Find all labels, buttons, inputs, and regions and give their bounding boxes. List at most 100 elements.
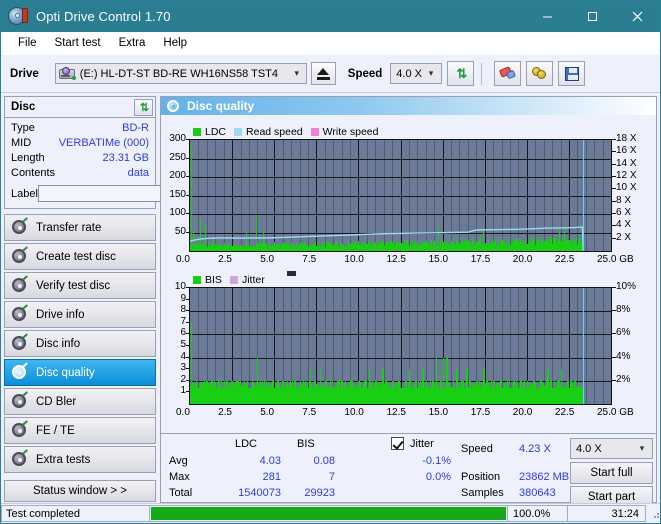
save-button[interactable]	[558, 61, 586, 86]
disc-row-value: 23.31 GB	[102, 152, 149, 164]
disc-row-type: Type BD-R	[11, 121, 149, 136]
maximize-icon[interactable]	[570, 1, 615, 32]
content-header: Disc quality	[161, 97, 656, 115]
drive-select-value: (E:) HL-DT-ST BD-RE WH16NS58 TST4	[79, 67, 279, 80]
y-tick-mark	[186, 310, 189, 312]
y-tick-mark	[186, 321, 189, 323]
y-tick-right: 8 X	[616, 194, 632, 206]
sidebar-item-verify-test-disc[interactable]: Verify test disc	[4, 272, 156, 299]
progress-bar	[149, 505, 508, 522]
content-panel: Disc quality LDC Read speed Write speed 300…	[160, 96, 657, 508]
disc-label-row: Label	[11, 184, 241, 203]
sidebar-item-fe-te[interactable]: FE / TE	[4, 417, 156, 444]
sidebar-item-label: CD Bler	[36, 395, 77, 408]
stats-avg-bis: 0.08	[313, 455, 335, 467]
x-tick-label: 22.5	[554, 407, 575, 418]
x-tick-label: 10.0	[344, 407, 364, 418]
sidebar-item-extra-tests[interactable]: Extra tests	[4, 446, 156, 473]
stats-total-ldc: 1540073	[238, 487, 281, 499]
sidebar-item-drive-info[interactable]: Drive info	[4, 301, 156, 328]
stats-row-total-label: Total	[169, 487, 193, 499]
disc-panel-title: Disc	[11, 101, 36, 113]
x-tick-label: 25.0 GB	[597, 254, 634, 265]
sidebar-item-transfer-rate[interactable]: Transfer rate	[4, 214, 156, 241]
stats-total-bis: 29923	[304, 487, 335, 499]
menu-item-start-test[interactable]: Start test	[46, 35, 110, 51]
disc-row-length: Length 23.31 GB	[11, 151, 149, 166]
x-tick-label: 2.5	[218, 407, 232, 418]
y-tick-mark	[612, 225, 616, 227]
disc-test-icon	[12, 391, 28, 409]
coins-icon	[531, 67, 548, 80]
jitter-marker	[287, 271, 296, 276]
status-window-button[interactable]: Status window > >	[4, 480, 156, 502]
resize-grip-icon[interactable]	[648, 508, 660, 520]
eject-button[interactable]	[310, 62, 336, 85]
jitter-checkbox[interactable]	[391, 437, 404, 450]
start-part-label: Start part	[587, 491, 636, 503]
y-tick-right: 16 X	[616, 145, 637, 157]
y-tick-mark	[186, 379, 189, 381]
menu-item-file[interactable]: File	[9, 35, 46, 51]
x-tick-label: 17.5	[470, 407, 491, 418]
y-tick-right: 2%	[616, 373, 631, 385]
speed-select[interactable]: 4.0 X ▾	[390, 63, 443, 84]
y-tick-mark	[186, 139, 189, 140]
app-window: Opti Drive Control 1.70 File Start test …	[0, 0, 661, 524]
close-icon[interactable]	[615, 1, 660, 32]
legend-label: Jitter	[241, 274, 265, 286]
start-full-button[interactable]: Start full	[570, 462, 653, 484]
disc-panel-header: Disc ⇅	[5, 97, 155, 118]
disc-test-icon	[12, 333, 28, 351]
chart-legend: BIS Jitter	[193, 274, 269, 286]
disc-row-mid: MID VERBATIMe (000)	[11, 136, 149, 151]
disc-test-icon	[12, 449, 28, 467]
sidebar-item-cd-bler[interactable]: CD Bler	[4, 388, 156, 415]
menu-item-extra[interactable]: Extra	[110, 35, 155, 51]
disc-test-icon	[12, 275, 28, 293]
x-tick-label: 20.0	[512, 407, 533, 418]
x-tick-label: 20.0	[512, 254, 533, 265]
drive-select[interactable]: (E:) HL-DT-ST BD-RE WH16NS58 TST4 ▾	[54, 63, 307, 84]
app-disc-icon	[8, 6, 28, 27]
stats-col-ldc: LDC	[235, 438, 258, 450]
status-bar: Test completed 100.0% 31:24	[1, 503, 660, 523]
disc-refresh-button[interactable]: ⇅	[134, 98, 153, 116]
erase-button[interactable]	[494, 61, 522, 86]
toolbar-divider	[481, 62, 483, 85]
y-tick-mark	[186, 333, 189, 335]
chart-cursor	[583, 140, 585, 251]
stats-max-jitter: 0.0%	[425, 471, 451, 483]
disc-test-icon	[12, 217, 28, 235]
y-tick-mark	[186, 356, 189, 358]
refresh-icon: ⇅	[456, 66, 467, 81]
sidebar-item-label: Create test disc	[36, 250, 116, 263]
y-tick-mark	[612, 310, 616, 312]
refresh-button[interactable]: ⇅	[447, 61, 475, 86]
y-tick-right: 4%	[616, 350, 631, 362]
stats-max-bis: 7	[328, 471, 335, 483]
coins-button[interactable]	[526, 61, 554, 86]
y-tick-mark	[186, 213, 189, 214]
minimize-icon[interactable]	[525, 1, 570, 32]
charts-area: LDC Read speed Write speed 300 250 200 150 100 5…	[161, 115, 656, 433]
sidebar-item-disc-info[interactable]: Disc info	[4, 330, 156, 357]
y-tick-right: 6%	[616, 327, 631, 339]
stats-row-max-label: Max	[169, 471, 190, 483]
menu-item-help[interactable]: Help	[154, 35, 196, 51]
x-tick-label: 5.0	[260, 254, 275, 265]
x-tick-label: 10.0	[344, 254, 364, 265]
window-title: Opti Drive Control 1.70	[36, 9, 171, 24]
chevron-down-icon: ▾	[428, 68, 434, 78]
status-window-label: Status window > >	[33, 485, 127, 497]
x-tick-label: 2.5	[218, 254, 232, 265]
main-area: Disc ⇅ Type BD-R MID VERBATIMe (000) Len…	[1, 93, 660, 508]
x-tick-label: 5.0	[260, 407, 275, 418]
disc-panel: Disc ⇅ Type BD-R MID VERBATIMe (000) Len…	[4, 96, 241, 209]
sidebar-item-create-test-disc[interactable]: Create test disc	[4, 243, 156, 270]
test-speed-select[interactable]: 4.0 X ▾	[570, 438, 653, 459]
sidebar-item-disc-quality[interactable]: Disc quality	[4, 359, 156, 386]
x-tick-label: 0.0	[176, 407, 190, 418]
y-tick-left: 10	[174, 281, 186, 292]
y-tick-mark	[612, 333, 616, 335]
